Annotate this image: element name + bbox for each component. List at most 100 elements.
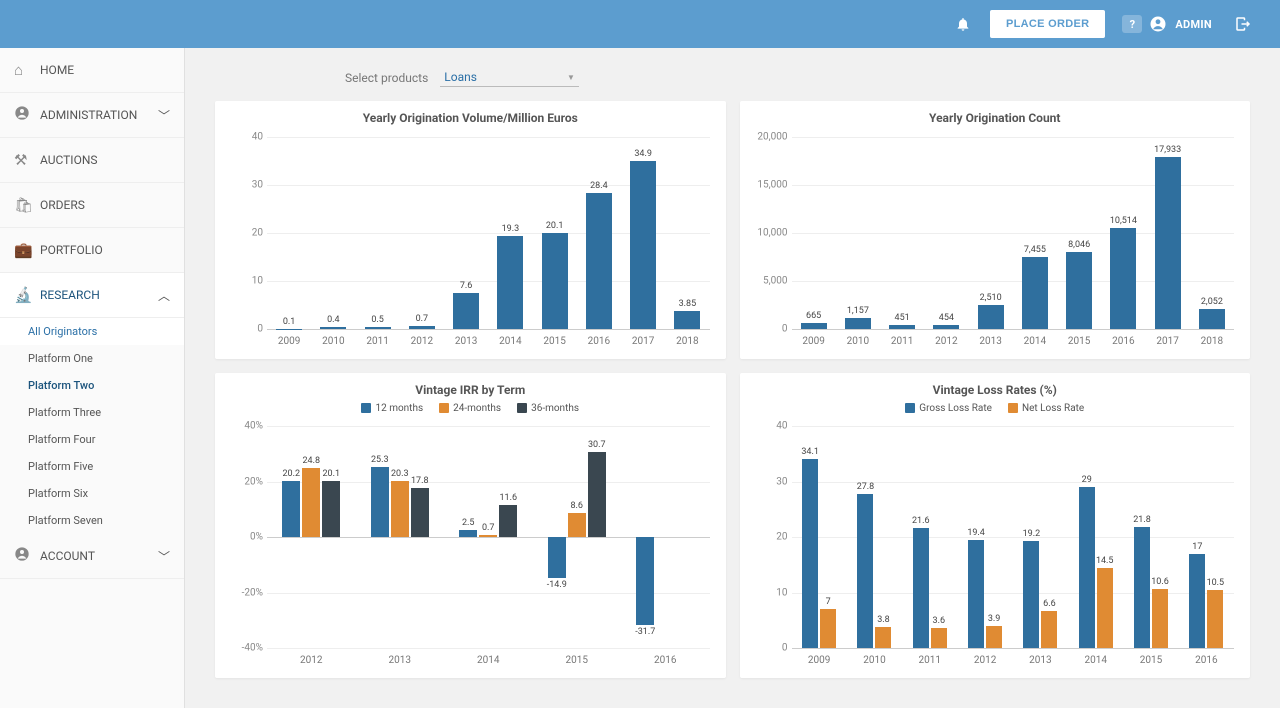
- chart-bar: 1,157: [845, 318, 871, 329]
- nav-auctions[interactable]: ⚒ AUCTIONS: [0, 138, 184, 183]
- chart-bar: -14.9: [548, 537, 566, 578]
- nav-research[interactable]: 🔬 RESEARCH ︿: [0, 273, 184, 318]
- chart-bar: 2.5: [459, 530, 477, 537]
- legend-item: 36-months: [517, 403, 579, 414]
- chart-bar: 8.6: [568, 513, 586, 537]
- chart-bar: 20.3: [391, 481, 409, 537]
- place-order-button[interactable]: PLACE ORDER: [990, 10, 1105, 38]
- sidebar-item-platform-four[interactable]: Platform Four: [0, 426, 184, 453]
- chart-bar: 20.1: [322, 481, 340, 537]
- chart-bar: 27.8: [857, 494, 873, 648]
- nav-label: PORTFOLIO: [40, 243, 103, 257]
- legend-item: Net Loss Rate: [1008, 403, 1084, 414]
- chart-count: 05,00010,00015,00020,0006651,1574514542,…: [752, 131, 1239, 351]
- legend-item: 12 months: [361, 403, 423, 414]
- sidebar-item-platform-two[interactable]: Platform Two: [0, 372, 184, 399]
- briefcase-icon: 💼: [14, 241, 40, 259]
- chart-bar: 14.5: [1097, 568, 1113, 648]
- legend-item: Gross Loss Rate: [905, 403, 992, 414]
- chart-bar: 7.6: [453, 293, 479, 329]
- chart-volume: 0102030400.10.40.50.77.619.320.128.434.9…: [227, 131, 714, 351]
- chart-bar: 10,514: [1110, 228, 1136, 329]
- chart-bar: 21.8: [1134, 527, 1150, 648]
- chart-bar: 7: [820, 609, 836, 648]
- chart-bar: 8,046: [1066, 252, 1092, 329]
- sidebar-item-platform-five[interactable]: Platform Five: [0, 453, 184, 480]
- sidebar-item-platform-seven[interactable]: Platform Seven: [0, 507, 184, 534]
- sidebar-item-all-originators[interactable]: All Originators: [0, 318, 184, 345]
- chart-bar: 0.5: [365, 327, 391, 329]
- sidebar-item-platform-one[interactable]: Platform One: [0, 345, 184, 372]
- chart-bar: 451: [889, 325, 915, 329]
- chart-bar: 0.7: [479, 535, 497, 537]
- sidebar-item-platform-six[interactable]: Platform Six: [0, 480, 184, 507]
- chart-bar: 665: [801, 323, 827, 329]
- chart-bar: 20.1: [542, 233, 568, 329]
- basket-icon: 🛍: [14, 196, 40, 214]
- nav-label: AUCTIONS: [40, 153, 98, 167]
- chart-bar: 21.6: [913, 528, 929, 648]
- chevron-down-icon: ﹀: [158, 548, 170, 565]
- nav-label: ORDERS: [40, 198, 85, 212]
- legend-item: 24-months: [439, 403, 501, 414]
- chart-bar: 10.6: [1152, 589, 1168, 648]
- chart-irr: -40%-20%0%20%40%20.224.820.125.320.317.8…: [227, 420, 714, 670]
- logout-icon[interactable]: [1226, 15, 1260, 33]
- chart-bar: -31.7: [636, 537, 654, 625]
- chart-bar: 0.4: [320, 327, 346, 329]
- nav-label: ACCOUNT: [40, 549, 95, 563]
- chart-card-loss: Vintage Loss Rates (%) Gross Loss Rate Ne…: [740, 373, 1251, 678]
- main-content: Select products Loans ▼ Yearly Originati…: [185, 48, 1280, 708]
- product-filter: Select products Loans ▼: [345, 68, 1250, 87]
- chart-bar: 19.4: [968, 540, 984, 648]
- chart-bar: 19.2: [1023, 541, 1039, 648]
- chart-bar: 34.9: [630, 161, 656, 329]
- chart-card-volume: Yearly Origination Volume/Million Euros …: [215, 101, 726, 359]
- sidebar-item-platform-three[interactable]: Platform Three: [0, 399, 184, 426]
- chart-card-irr: Vintage IRR by Term 12 months 24-months 36…: [215, 373, 726, 678]
- chart-bar: 10.5: [1207, 590, 1223, 648]
- filter-label: Select products: [345, 71, 428, 85]
- chart-legend: 12 months 24-months 36-months: [227, 403, 714, 414]
- person-icon: [14, 546, 40, 566]
- gavel-icon: ⚒: [14, 151, 40, 169]
- nav-portfolio[interactable]: 💼 PORTFOLIO: [0, 228, 184, 273]
- chart-bar: 29: [1079, 487, 1095, 648]
- chart-bar: 3.9: [986, 626, 1002, 648]
- chart-title: Vintage Loss Rates (%): [752, 383, 1239, 397]
- chart-bar: 2,052: [1199, 309, 1225, 329]
- nav-home[interactable]: ⌂ HOME: [0, 48, 184, 93]
- bell-icon[interactable]: [946, 16, 980, 32]
- chart-bar: 6.6: [1041, 611, 1057, 648]
- dropdown-icon: ▼: [567, 73, 575, 82]
- chevron-down-icon: ﹀: [158, 107, 170, 124]
- chart-bar: 17.8: [411, 488, 429, 537]
- select-value: Loans: [444, 70, 477, 84]
- nav-administration[interactable]: ADMINISTRATION ﹀: [0, 93, 184, 138]
- topbar: PLACE ORDER ? ADMIN: [0, 0, 1280, 48]
- chart-bar: 3.8: [875, 627, 891, 648]
- nav-account[interactable]: ACCOUNT ﹀: [0, 534, 184, 579]
- person-icon: [14, 105, 40, 125]
- chart-bar: 24.8: [302, 468, 320, 537]
- chart-bar: 0.7: [409, 326, 435, 329]
- chart-legend: Gross Loss Rate Net Loss Rate: [752, 403, 1239, 414]
- nav-label: ADMINISTRATION: [40, 108, 137, 122]
- chart-bar: 17,933: [1155, 157, 1181, 329]
- chart-bar: 11.6: [499, 505, 517, 537]
- sidebar: ⌂ HOME ADMINISTRATION ﹀ ⚒ AUCTIONS 🛍 ORD…: [0, 48, 185, 708]
- nav-label: HOME: [40, 63, 74, 77]
- chart-bar: 454: [933, 325, 959, 329]
- nav-orders[interactable]: 🛍 ORDERS: [0, 183, 184, 228]
- chart-bar: 19.3: [497, 236, 523, 329]
- product-select[interactable]: Loans ▼: [440, 68, 579, 87]
- home-icon: ⌂: [14, 61, 40, 79]
- chart-bar: 2,510: [978, 305, 1004, 329]
- chart-bar: 3.6: [931, 628, 947, 648]
- chat-icon[interactable]: ?: [1115, 15, 1149, 33]
- research-subnav: All OriginatorsPlatform OnePlatform TwoP…: [0, 318, 184, 534]
- chevron-up-icon: ︿: [158, 287, 170, 304]
- chart-title: Vintage IRR by Term: [227, 383, 714, 397]
- user-menu[interactable]: ADMIN: [1149, 15, 1212, 33]
- chart-card-count: Yearly Origination Count 05,00010,00015,…: [740, 101, 1251, 359]
